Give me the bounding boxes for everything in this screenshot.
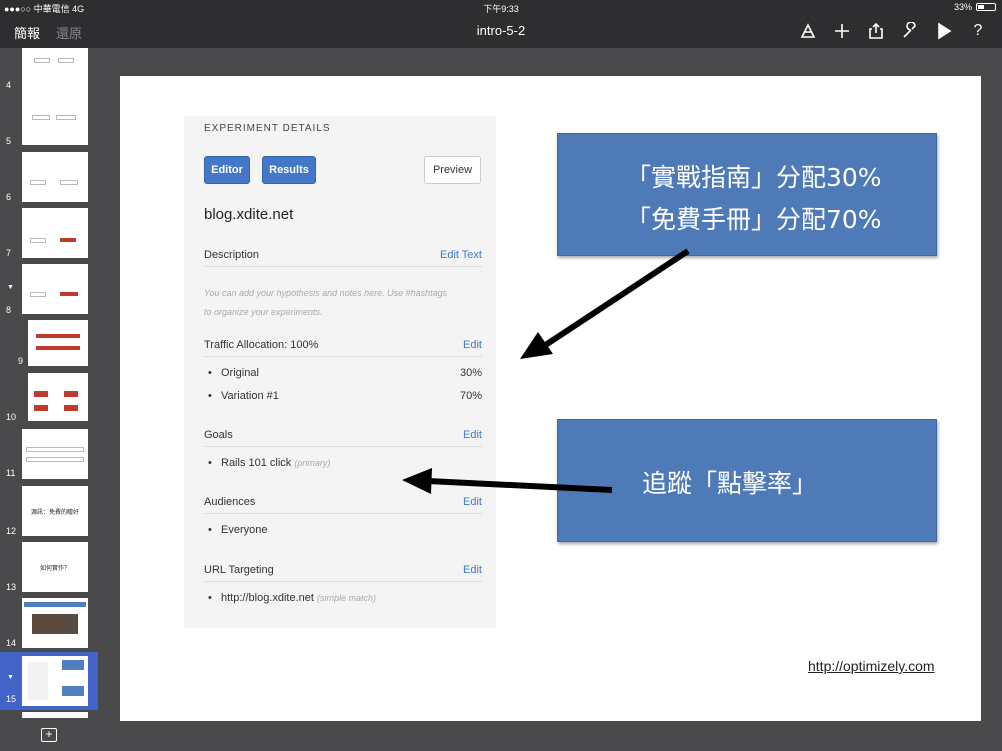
slide-thumbnail[interactable]: [22, 429, 88, 479]
slide-number: 11: [6, 468, 16, 478]
slide-thumbnail[interactable]: 如何實作？: [22, 542, 88, 592]
toolbar: 簡報 還原 intro-5-2 ?: [0, 14, 1002, 48]
slide-thumbnail[interactable]: [22, 152, 88, 202]
status-right: 33%: [954, 2, 996, 12]
slide-thumbnail[interactable]: [22, 48, 88, 96]
slide-thumb-text: 源訊：免費的贈好: [30, 510, 79, 516]
slide-thumbnail[interactable]: [22, 598, 88, 648]
battery-icon: [976, 3, 996, 11]
optimizely-link[interactable]: http://optimizely.com: [808, 658, 935, 674]
slide-number: 4: [6, 80, 12, 90]
status-bar: ●●●○○ 中華電信 4G 下午9:33 33%: [0, 0, 1002, 14]
play-icon[interactable]: [934, 20, 954, 42]
slide-number: 14: [6, 638, 17, 648]
battery-percent: 33%: [953, 2, 972, 12]
collapse-triangle-icon[interactable]: ▼: [7, 674, 14, 681]
slide-canvas[interactable]: EXPERIMENT DETAILS Editor Results Previe…: [120, 76, 981, 721]
help-icon[interactable]: ?: [968, 20, 988, 42]
arrow-to-goals[interactable]: [402, 468, 613, 494]
slide-thumbnail[interactable]: [28, 320, 88, 366]
slide-number: 15: [6, 694, 17, 704]
arrow-to-allocation[interactable]: [520, 248, 690, 359]
slide-navigator: 4 5 6 7 ▼ 8 9 10 11 源訊：免費的贈好 12 如何實作？ 13…: [0, 48, 98, 751]
slide-number: 8: [6, 305, 12, 315]
plus-icon[interactable]: [832, 20, 852, 42]
slide-thumbnail[interactable]: [22, 712, 88, 718]
collapse-triangle-icon[interactable]: ▼: [7, 284, 14, 291]
slide-number: 10: [6, 412, 17, 422]
arrows-layer: [402, 248, 690, 494]
slide-thumbnail[interactable]: [22, 95, 88, 145]
slide-number: 12: [6, 526, 17, 536]
slide-number: 7: [6, 248, 12, 258]
slide-thumb-text: 如何實作？: [39, 566, 70, 572]
slide-thumbnail[interactable]: [22, 208, 88, 258]
slide-thumbnail[interactable]: [22, 264, 88, 314]
slide-number: 13: [6, 582, 17, 592]
share-icon[interactable]: [866, 20, 886, 42]
slide-thumbnail[interactable]: [28, 373, 88, 421]
slide-number: 5: [6, 136, 12, 146]
slide-thumbnail[interactable]: 源訊：免費的贈好: [22, 486, 88, 536]
format-brush-icon[interactable]: [798, 20, 818, 42]
slide-number: 9: [18, 356, 24, 366]
add-slide-button[interactable]: +: [41, 728, 57, 742]
wrench-icon[interactable]: [900, 20, 920, 42]
slide-thumbnail-current[interactable]: [22, 656, 88, 706]
slide-number: 6: [6, 192, 12, 202]
